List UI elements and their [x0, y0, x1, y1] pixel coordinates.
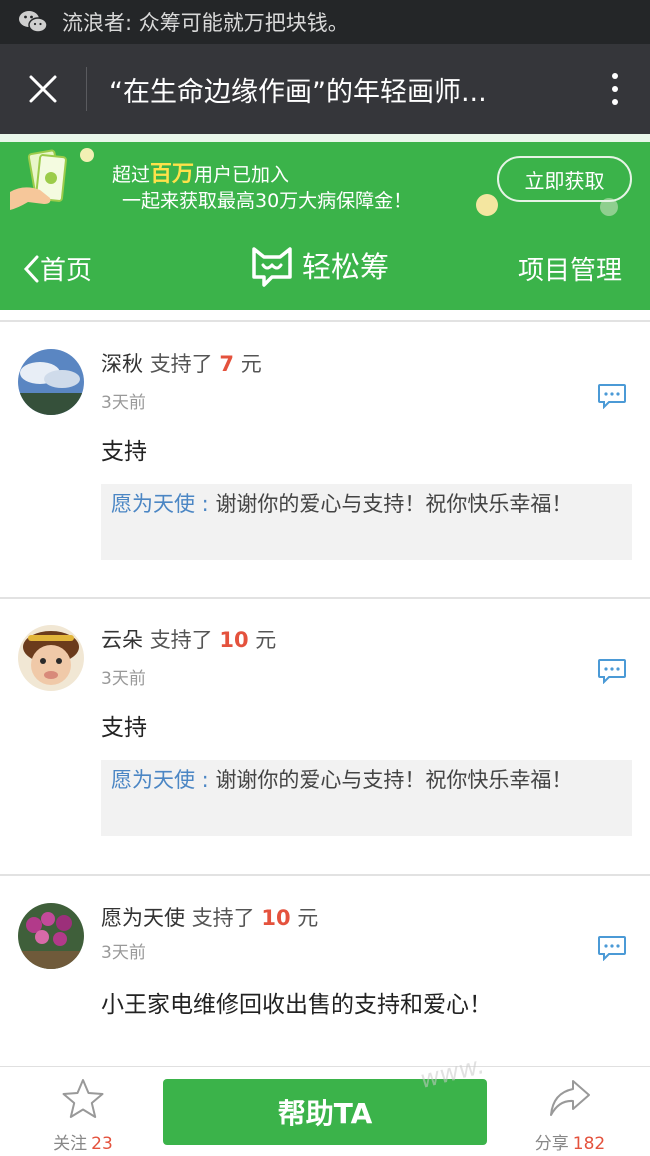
share-button[interactable]: 分享 182 [520, 1077, 620, 1154]
wechat-icon [18, 9, 48, 35]
reply-box: 愿为天使 : 谢谢你的爱心与支持！祝你快乐幸福！ [101, 484, 632, 560]
coin-decoration [80, 148, 94, 162]
support-amount: 7 [219, 352, 234, 376]
currency-unit: 元 [297, 906, 319, 930]
reply-text: 谢谢你的爱心与支持！祝你快乐幸福！ [215, 492, 573, 516]
help-ta-button[interactable]: 帮助TA [163, 1079, 487, 1145]
banner-text: 超过 [112, 164, 151, 186]
comment-message: 小王家电维修回收出售的支持和爱心！ [101, 992, 492, 1018]
reply-box: 愿为天使 : 谢谢你的爱心与支持！祝你快乐幸福！ [101, 760, 632, 836]
back-label: 首页 [40, 256, 93, 286]
more-vertical-icon [612, 73, 618, 79]
cat-logo-icon [252, 247, 292, 287]
support-amount: 10 [219, 628, 249, 652]
follow-text: 关注 [53, 1134, 88, 1154]
support-action: 支持了 [149, 352, 213, 376]
timestamp: 3天前 [101, 669, 146, 689]
comment-item: 愿为天使 支持了 10 元 3天前 小王家电维修回收出售的支持和爱心！ [0, 876, 650, 1066]
support-action: 支持了 [149, 628, 213, 652]
banner-headline: 超过百万用户已加入 [112, 156, 289, 188]
share-arrow-icon [550, 1080, 590, 1116]
share-count: 182 [572, 1134, 606, 1154]
reply-separator: : [195, 492, 216, 516]
avatar[interactable] [18, 625, 84, 691]
avatar[interactable] [18, 349, 84, 415]
comment-reply-icon[interactable] [597, 658, 627, 684]
more-button[interactable] [580, 44, 650, 134]
get-now-button[interactable]: 立即获取 [497, 156, 632, 202]
money-hand-icon [10, 149, 67, 210]
reply-author[interactable]: 愿为天使 [111, 492, 195, 516]
bottom-action-bar: 关注 23 帮助TA 分享 182 [0, 1066, 650, 1156]
notification-bar[interactable]: 流浪者: 众筹可能就万把块钱。 [0, 0, 650, 44]
user-name[interactable]: 深秋 [101, 352, 143, 376]
comment-message: 支持 [101, 439, 147, 465]
follow-label: 关注 23 [38, 1129, 128, 1154]
promo-banner[interactable]: 超过百万用户已加入 一起来获取最高30万大病保障金！ 立即获取 [0, 134, 650, 226]
follow-count: 23 [91, 1134, 113, 1154]
avatar[interactable] [18, 903, 84, 969]
share-text: 分享 [534, 1134, 569, 1154]
comment-message: 支持 [101, 715, 147, 741]
coin-decoration [476, 194, 498, 216]
comment-reply-icon[interactable] [597, 383, 627, 409]
star-icon [62, 1079, 104, 1118]
banner-highlight: 百万 [150, 162, 195, 187]
close-button[interactable] [0, 44, 86, 134]
reply-separator: : [195, 768, 216, 792]
banner-text: 用户已加入 [194, 164, 290, 186]
follow-button[interactable]: 关注 23 [38, 1077, 128, 1154]
reply-author[interactable]: 愿为天使 [111, 768, 195, 792]
timestamp: 3天前 [101, 943, 146, 963]
currency-unit: 元 [255, 628, 277, 652]
currency-unit: 元 [240, 352, 262, 376]
supporter-line: 愿为天使 支持了 10 元 [101, 902, 318, 932]
close-icon [29, 75, 57, 103]
user-name[interactable]: 云朵 [101, 628, 143, 652]
share-label: 分享 182 [520, 1129, 620, 1154]
support-amount: 10 [261, 906, 291, 930]
supporter-line: 云朵 支持了 10 元 [101, 624, 276, 654]
chevron-left-icon [23, 255, 39, 282]
back-home-button[interactable]: 首页 [22, 250, 92, 287]
user-name[interactable]: 愿为天使 [101, 906, 185, 930]
page-title: “在生命边缘作画”的年轻画师... [109, 76, 487, 108]
comment-reply-icon[interactable] [597, 935, 627, 961]
banner-stripe [0, 134, 650, 142]
comment-item: 云朵 支持了 10 元 3天前 支持 愿为天使 : 谢谢你的爱心与支持！祝你快乐… [0, 599, 650, 874]
app-nav: 首页 轻松筹 项目管理 [0, 226, 650, 310]
comment-item: 深秋 支持了 7 元 3天前 支持 愿为天使 : 谢谢你的爱心与支持！祝你快乐幸… [0, 322, 650, 597]
supporter-line: 深秋 支持了 7 元 [101, 348, 262, 378]
notification-text: 流浪者: 众筹可能就万把块钱。 [62, 11, 349, 35]
webview-titlebar: “在生命边缘作画”的年轻画师... [0, 44, 650, 134]
banner-subline: 一起来获取最高30万大病保障金！ [122, 190, 413, 212]
brand-name: 轻松筹 [302, 250, 390, 284]
project-manage-link[interactable]: 项目管理 [518, 250, 622, 287]
support-action: 支持了 [191, 906, 255, 930]
reply-text: 谢谢你的爱心与支持！祝你快乐幸福！ [215, 768, 573, 792]
timestamp: 3天前 [101, 393, 146, 413]
brand-logo: 轻松筹 [250, 243, 389, 287]
